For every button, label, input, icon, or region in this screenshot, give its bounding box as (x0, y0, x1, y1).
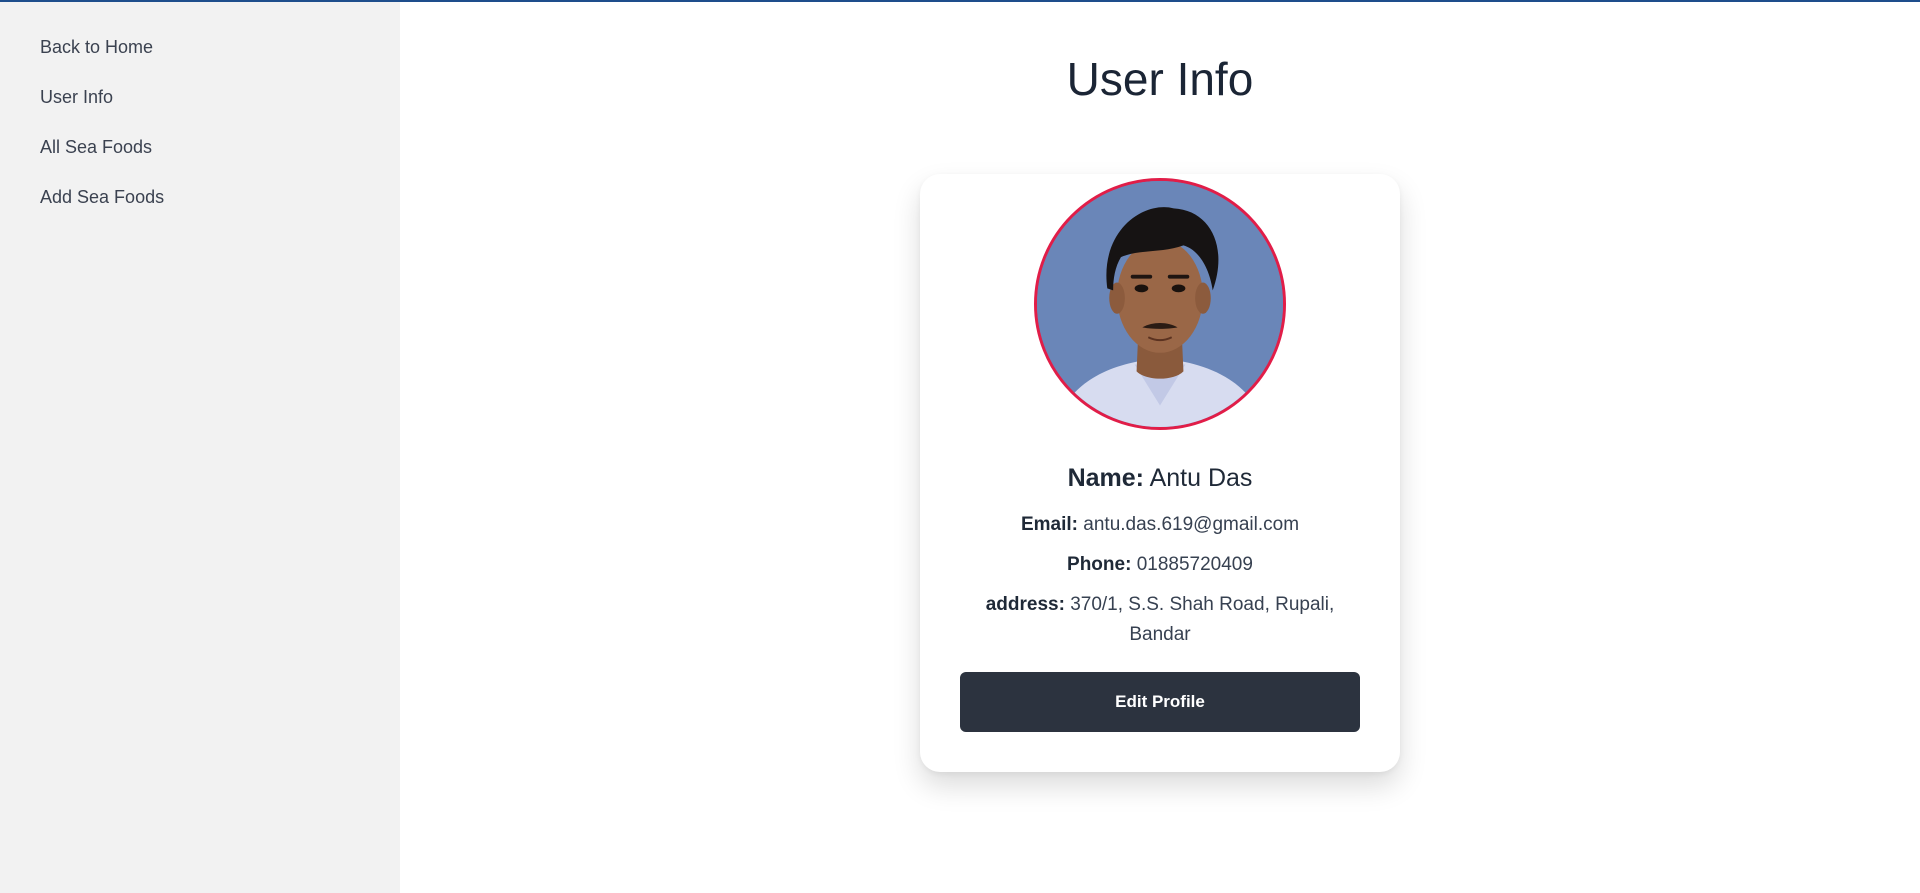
avatar-portrait-image (1037, 181, 1283, 427)
profile-name: Name: Antu Das (920, 464, 1400, 493)
sidebar-item-user-info[interactable]: User Info (0, 82, 400, 132)
sidebar: Back to Home User Info All Sea Foods Add… (0, 2, 400, 893)
profile-address: address: 370/1, S.S. Shah Road, Rupali, … (980, 590, 1340, 650)
sidebar-item-all-sea-foods[interactable]: All Sea Foods (0, 132, 400, 182)
profile-address-label: address: (985, 594, 1065, 615)
main-content: User Info Name: Antu Das Email: antu.das… (400, 2, 1920, 893)
avatar (1034, 178, 1286, 430)
sidebar-item-add-sea-foods[interactable]: Add Sea Foods (0, 182, 400, 232)
profile-email-label: Email: (1020, 514, 1078, 535)
profile-phone: Phone: 01885720409 (980, 550, 1340, 580)
sidebar-item-back-to-home[interactable]: Back to Home (0, 32, 400, 82)
profile-address-value: 370/1, S.S. Shah Road, Rupali, Bandar (1070, 594, 1335, 645)
page-title: User Info (1066, 53, 1254, 105)
profile-email: Email: antu.das.619@gmail.com (980, 510, 1340, 540)
profile-email-value: antu.das.619@gmail.com (1083, 514, 1300, 535)
profile-phone-value: 01885720409 (1136, 554, 1253, 575)
profile-name-value: Antu Das (1149, 464, 1253, 492)
profile-name-label: Name: (1067, 464, 1144, 492)
profile-phone-label: Phone: (1067, 554, 1132, 575)
edit-profile-button[interactable]: Edit Profile (960, 672, 1360, 732)
profile-card: Name: Antu Das Email: antu.das.619@gmail… (920, 174, 1400, 772)
